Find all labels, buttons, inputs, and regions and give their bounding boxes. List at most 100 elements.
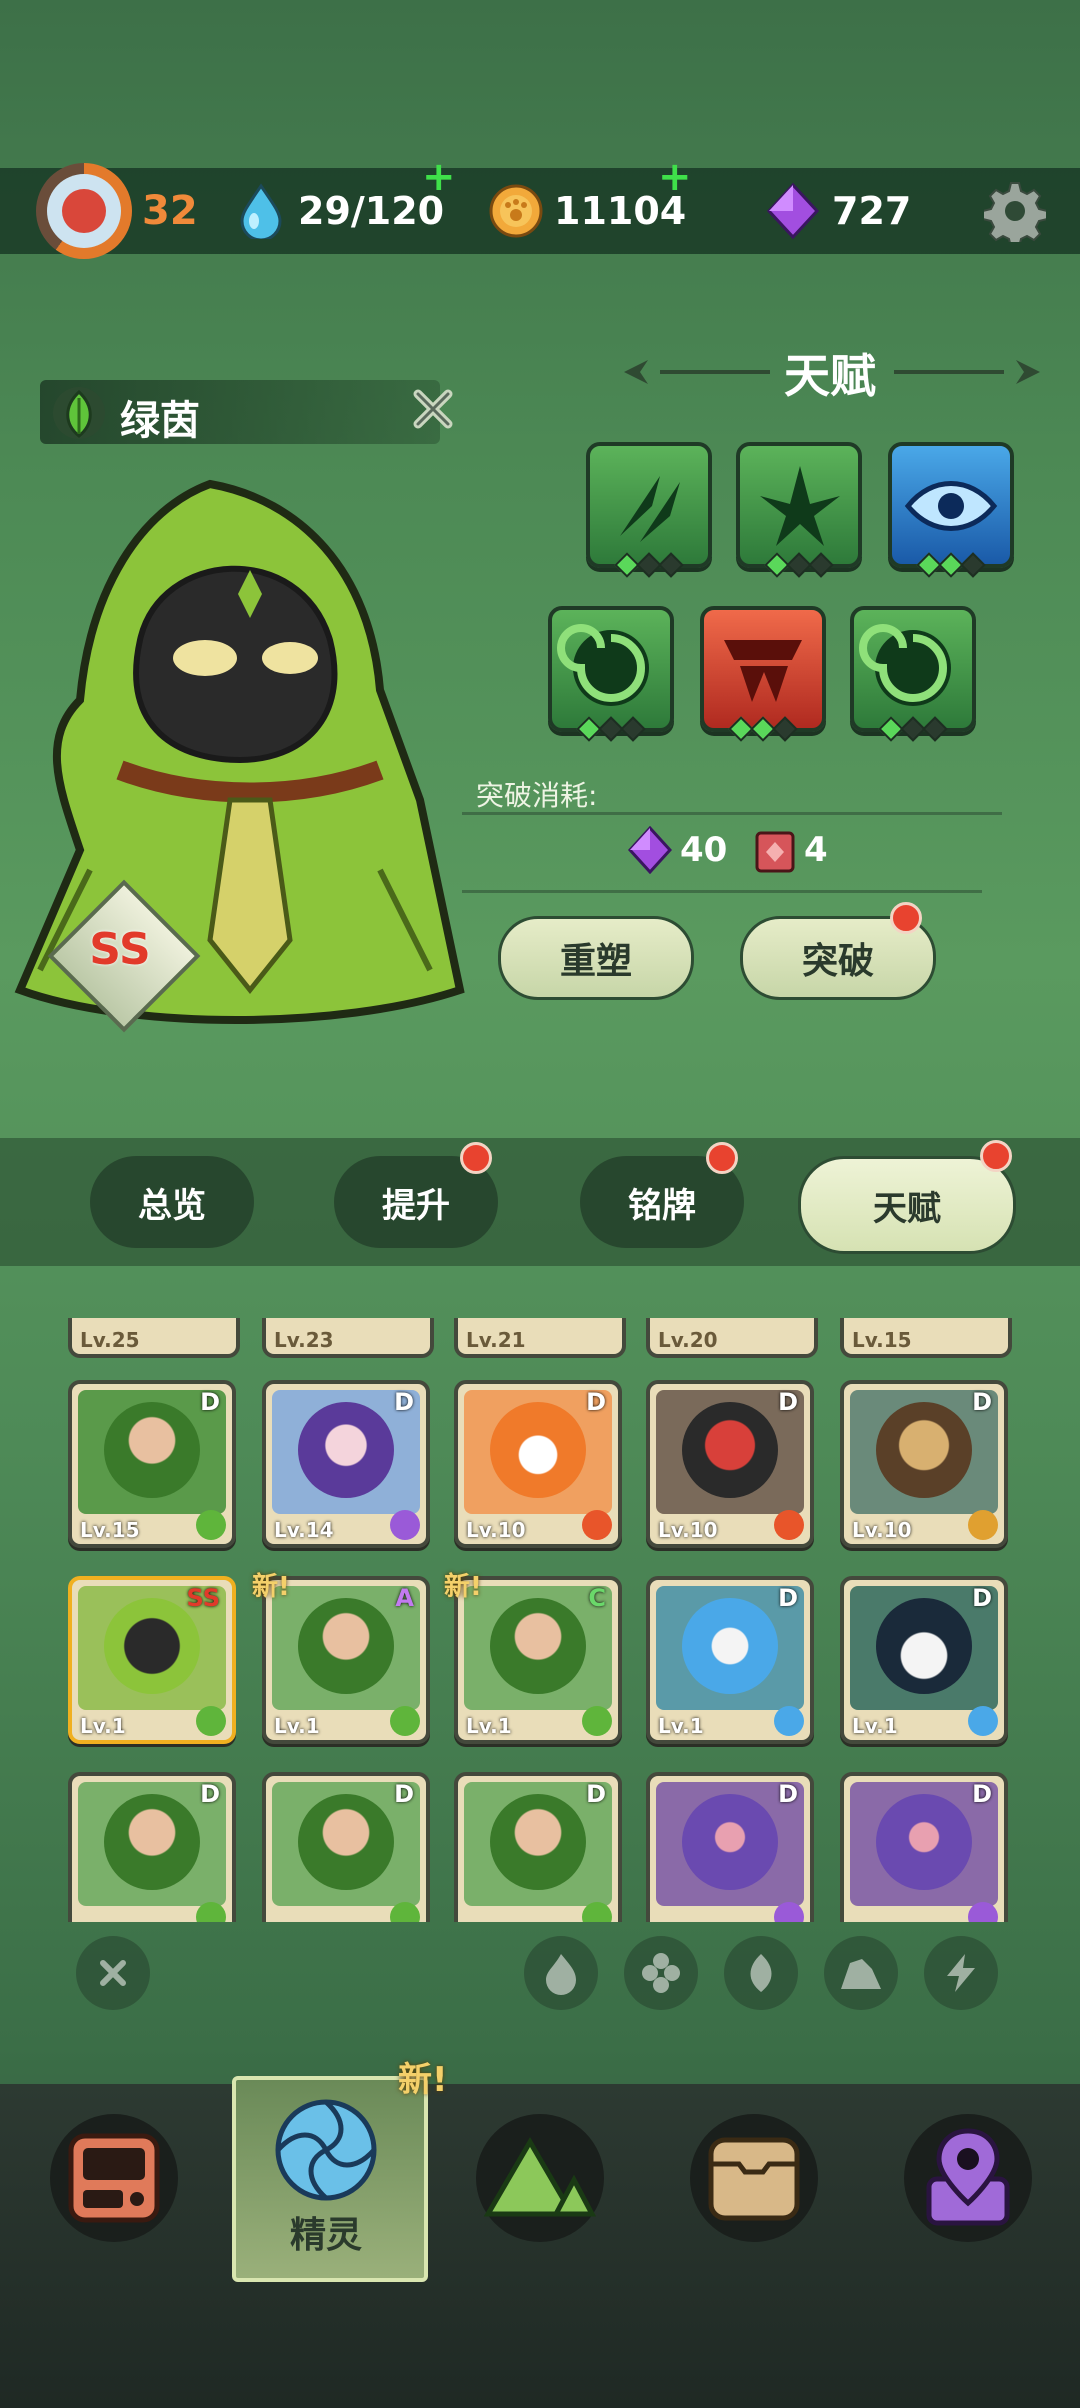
creature-card[interactable]: D Lv.1 (840, 1576, 1008, 1744)
filter-electric[interactable] (924, 1936, 998, 2010)
creature-card[interactable]: Lv.15 (840, 1318, 1012, 1358)
gem-value: 727 (832, 189, 912, 233)
book-icon (755, 831, 795, 873)
filter-fire[interactable] (524, 1936, 598, 2010)
tab-overview[interactable]: 总览 (90, 1156, 254, 1248)
ice-element-icon (968, 1706, 998, 1736)
filter-ice[interactable] (624, 1936, 698, 2010)
creature-card[interactable]: D (68, 1772, 236, 1922)
avatar[interactable] (36, 163, 132, 259)
grass-element-icon (390, 1706, 420, 1736)
leaf-icon (750, 1954, 772, 1992)
crane-creature (876, 1598, 972, 1694)
resource-bar: 32 29/120 + 11104 + 727 (0, 154, 1080, 259)
monkey-creature (490, 1794, 586, 1890)
coin-plus-button[interactable]: + (658, 154, 692, 200)
chest-icon (708, 2137, 800, 2221)
nav-chest[interactable] (690, 2114, 818, 2242)
talent-title: 天赋 (784, 349, 876, 403)
level-label: Lv.1 (80, 1714, 126, 1738)
grade-label: D (972, 1780, 992, 1808)
divider (462, 890, 982, 893)
creature-card[interactable]: D (646, 1772, 814, 1922)
level-label: Lv.1 (274, 1714, 320, 1738)
talent-slot-vortex-2[interactable] (850, 606, 976, 742)
close-icon[interactable] (408, 384, 458, 434)
energy-counter[interactable]: 29/120 + (236, 154, 456, 254)
ornament-right-icon (894, 360, 1040, 384)
player-level[interactable]: 32 (36, 163, 198, 259)
thorn-icon (760, 466, 840, 546)
grade-label: D (200, 1388, 220, 1416)
creature-card[interactable]: D Lv.10 (646, 1380, 814, 1548)
coin-counter[interactable]: 11104 + (488, 154, 692, 254)
talent-slot-vortex-1[interactable] (548, 606, 674, 742)
creature-card[interactable]: D Lv.10 (454, 1380, 622, 1548)
creature-grid: Lv.25 Lv.23 Lv.21 Lv.20 Lv.15 D Lv.15 D … (0, 1318, 1080, 1922)
level-label: Lv.15 (80, 1518, 140, 1542)
reshape-button[interactable]: 重塑 (498, 916, 694, 1000)
rock-icon (841, 1959, 881, 1989)
talent-slot-claw[interactable] (586, 442, 712, 578)
grade-label: D (778, 1780, 798, 1808)
filter-grass[interactable] (724, 1936, 798, 2010)
creature-card[interactable]: D Lv.14 (262, 1380, 430, 1548)
level-label: Lv.10 (852, 1518, 912, 1542)
level-label: Lv.25 (80, 1328, 140, 1352)
level-label: Lv.23 (274, 1328, 334, 1352)
detail-tab-bar: 总览 提升 铭牌 天赋 (0, 1138, 1080, 1266)
talent-slot-fang[interactable] (700, 606, 826, 742)
grade-label: D (586, 1388, 606, 1416)
nav-device[interactable] (50, 2114, 178, 2242)
level-label: Lv.20 (658, 1328, 718, 1352)
tab-talent[interactable]: 天赋 (798, 1156, 1016, 1254)
grade-label: D (394, 1780, 414, 1808)
pet-name-tag: 绿茵 (40, 380, 453, 444)
purple-gem-icon (766, 182, 820, 240)
notification-dot (890, 902, 922, 934)
creature-card[interactable]: D Lv.1 (646, 1576, 814, 1744)
creature-card[interactable]: Lv.20 (646, 1318, 818, 1358)
creature-card[interactable]: D (840, 1772, 1008, 1922)
level-label: Lv.10 (658, 1518, 718, 1542)
creature-card[interactable]: D (262, 1772, 430, 1922)
cost-gems-value: 40 (680, 830, 728, 870)
creature-card[interactable]: Lv.23 (262, 1318, 434, 1358)
earth-element-icon (968, 1510, 998, 1540)
creature-card-selected[interactable]: SS Lv.1 (68, 1576, 236, 1744)
creature-card[interactable]: D (454, 1772, 622, 1922)
talent-slot-eye[interactable] (888, 442, 1014, 578)
electric-element-icon (390, 1510, 420, 1540)
clear-filter-button[interactable] (76, 1936, 150, 2010)
aperture-icon (275, 2099, 377, 2201)
notification-dot (980, 1140, 1012, 1172)
snowflake-icon (642, 1953, 680, 1993)
monkey-creature (104, 1402, 200, 1498)
creature-card[interactable]: Lv.25 (68, 1318, 240, 1358)
ornament-left-icon (624, 360, 770, 384)
settings-button[interactable] (982, 180, 1048, 248)
creature-card[interactable]: D Lv.10 (840, 1380, 1008, 1548)
energy-plus-button[interactable]: + (422, 154, 456, 200)
nav-location[interactable] (904, 2114, 1032, 2242)
grass-element-icon (582, 1706, 612, 1736)
filter-earth[interactable] (824, 1936, 898, 2010)
vortex-icon (859, 624, 951, 706)
gem-counter[interactable]: 727 (766, 168, 911, 254)
grade-label: D (972, 1388, 992, 1416)
creature-card[interactable]: D Lv.15 (68, 1380, 236, 1548)
monkey-creature (298, 1794, 394, 1890)
level-label: Lv.10 (466, 1518, 526, 1542)
level-label: Lv.15 (852, 1328, 912, 1352)
creature-card[interactable]: Lv.21 (454, 1318, 626, 1358)
nav-map[interactable] (476, 2114, 604, 2242)
pet-name: 绿茵 (120, 398, 200, 444)
monkey-creature (298, 1598, 394, 1694)
level-label: Lv.1 (658, 1714, 704, 1738)
vortex-icon (557, 624, 649, 706)
monkey-creature (104, 1794, 200, 1890)
level-label: Lv.21 (466, 1328, 526, 1352)
talent-slot-thorn[interactable] (736, 442, 862, 578)
rank-label: SS (89, 924, 151, 975)
leaf-icon (53, 387, 105, 439)
